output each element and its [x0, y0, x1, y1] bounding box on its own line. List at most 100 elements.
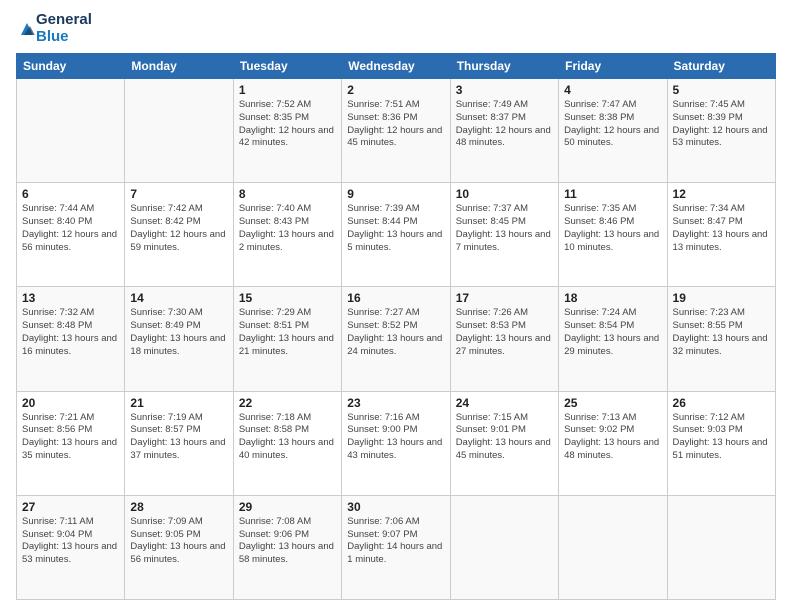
day-number: 30 — [347, 500, 444, 514]
day-info: Sunrise: 7:09 AM Sunset: 9:05 PM Dayligh… — [130, 516, 227, 567]
day-number: 23 — [347, 396, 444, 410]
day-cell: 21 Sunrise: 7:19 AM Sunset: 8:57 PM Dayli… — [125, 391, 233, 495]
day-number: 26 — [673, 396, 770, 410]
logo-blue: Blue — [36, 29, 92, 46]
day-info: Sunrise: 7:13 AM Sunset: 9:02 PM Dayligh… — [564, 412, 661, 463]
day-number: 24 — [456, 396, 553, 410]
day-cell: 17Sunrise: 7:26 AM Sunset: 8:53 PM Dayli… — [450, 287, 558, 391]
week-row-1: 1 Sunrise: 7:52 AM Sunset: 8:35 PM Daylig… — [17, 79, 776, 183]
day-number: 4 — [564, 83, 661, 97]
day-cell — [559, 495, 667, 599]
day-info: Sunrise: 7:37 AM Sunset: 8:45 PM Dayligh… — [456, 203, 553, 254]
day-cell: 12Sunrise: 7:34 AM Sunset: 8:47 PM Dayli… — [667, 183, 775, 287]
day-info: Sunrise: 7:52 AM Sunset: 8:35 PM Dayligh… — [239, 99, 336, 150]
day-cell: 6 Sunrise: 7:44 AM Sunset: 8:40 PM Daylig… — [17, 183, 125, 287]
logo-icon — [18, 20, 36, 38]
day-number: 5 — [673, 83, 770, 97]
day-info: Sunrise: 7:40 AM Sunset: 8:43 PM Dayligh… — [239, 203, 336, 254]
day-cell: 5 Sunrise: 7:45 AM Sunset: 8:39 PM Daylig… — [667, 79, 775, 183]
calendar-table: SundayMondayTuesdayWednesdayThursdayFrid… — [16, 53, 776, 600]
logo: General Blue — [16, 12, 92, 45]
day-cell: 4 Sunrise: 7:47 AM Sunset: 8:38 PM Daylig… — [559, 79, 667, 183]
day-info: Sunrise: 7:24 AM Sunset: 8:54 PM Dayligh… — [564, 307, 661, 358]
day-cell: 16 Sunrise: 7:27 AM Sunset: 8:52 PM Dayli… — [342, 287, 450, 391]
day-cell: 19 Sunrise: 7:23 AM Sunset: 8:55 PM Dayli… — [667, 287, 775, 391]
day-number: 19 — [673, 291, 770, 305]
day-info: Sunrise: 7:18 AM Sunset: 8:58 PM Dayligh… — [239, 412, 336, 463]
day-info: Sunrise: 7:21 AM Sunset: 8:56 PM Dayligh… — [22, 412, 119, 463]
logo-general: General — [36, 12, 92, 29]
day-number: 14 — [130, 291, 227, 305]
day-info: Sunrise: 7:35 AM Sunset: 8:46 PM Dayligh… — [564, 203, 661, 254]
day-number: 22 — [239, 396, 336, 410]
day-number: 21 — [130, 396, 227, 410]
day-cell: 9 Sunrise: 7:39 AM Sunset: 8:44 PM Daylig… — [342, 183, 450, 287]
col-header-saturday: Saturday — [667, 54, 775, 79]
day-number: 11 — [564, 187, 661, 201]
day-cell: 15 Sunrise: 7:29 AM Sunset: 8:51 PM Dayli… — [233, 287, 341, 391]
day-number: 3 — [456, 83, 553, 97]
day-info: Sunrise: 7:30 AM Sunset: 8:49 PM Dayligh… — [130, 307, 227, 358]
day-info: Sunrise: 7:42 AM Sunset: 8:42 PM Dayligh… — [130, 203, 227, 254]
col-header-thursday: Thursday — [450, 54, 558, 79]
day-number: 15 — [239, 291, 336, 305]
day-cell: 26Sunrise: 7:12 AM Sunset: 9:03 PM Dayli… — [667, 391, 775, 495]
day-number: 10 — [456, 187, 553, 201]
header-row: SundayMondayTuesdayWednesdayThursdayFrid… — [17, 54, 776, 79]
day-cell — [125, 79, 233, 183]
col-header-friday: Friday — [559, 54, 667, 79]
col-header-sunday: Sunday — [17, 54, 125, 79]
day-cell: 10 Sunrise: 7:37 AM Sunset: 8:45 PM Dayli… — [450, 183, 558, 287]
day-cell: 30 Sunrise: 7:06 AM Sunset: 9:07 PM Dayli… — [342, 495, 450, 599]
week-row-5: 27 Sunrise: 7:11 AM Sunset: 9:04 PM Dayli… — [17, 495, 776, 599]
day-info: Sunrise: 7:49 AM Sunset: 8:37 PM Dayligh… — [456, 99, 553, 150]
day-info: Sunrise: 7:39 AM Sunset: 8:44 PM Dayligh… — [347, 203, 444, 254]
day-info: Sunrise: 7:06 AM Sunset: 9:07 PM Dayligh… — [347, 516, 444, 567]
day-cell: 28Sunrise: 7:09 AM Sunset: 9:05 PM Dayli… — [125, 495, 233, 599]
day-info: Sunrise: 7:29 AM Sunset: 8:51 PM Dayligh… — [239, 307, 336, 358]
week-row-3: 13Sunrise: 7:32 AM Sunset: 8:48 PM Dayli… — [17, 287, 776, 391]
day-info: Sunrise: 7:47 AM Sunset: 8:38 PM Dayligh… — [564, 99, 661, 150]
day-info: Sunrise: 7:44 AM Sunset: 8:40 PM Dayligh… — [22, 203, 119, 254]
day-number: 29 — [239, 500, 336, 514]
col-header-wednesday: Wednesday — [342, 54, 450, 79]
day-info: Sunrise: 7:26 AM Sunset: 8:53 PM Dayligh… — [456, 307, 553, 358]
day-cell: 3 Sunrise: 7:49 AM Sunset: 8:37 PM Daylig… — [450, 79, 558, 183]
day-cell: 1 Sunrise: 7:52 AM Sunset: 8:35 PM Daylig… — [233, 79, 341, 183]
day-cell: 25Sunrise: 7:13 AM Sunset: 9:02 PM Dayli… — [559, 391, 667, 495]
day-number: 20 — [22, 396, 119, 410]
day-cell: 11 Sunrise: 7:35 AM Sunset: 8:46 PM Dayli… — [559, 183, 667, 287]
day-cell — [667, 495, 775, 599]
col-header-monday: Monday — [125, 54, 233, 79]
day-cell: 23Sunrise: 7:16 AM Sunset: 9:00 PM Dayli… — [342, 391, 450, 495]
day-number: 9 — [347, 187, 444, 201]
week-row-4: 20 Sunrise: 7:21 AM Sunset: 8:56 PM Dayli… — [17, 391, 776, 495]
day-number: 8 — [239, 187, 336, 201]
day-info: Sunrise: 7:11 AM Sunset: 9:04 PM Dayligh… — [22, 516, 119, 567]
day-number: 7 — [130, 187, 227, 201]
day-number: 6 — [22, 187, 119, 201]
day-cell: 24 Sunrise: 7:15 AM Sunset: 9:01 PM Dayli… — [450, 391, 558, 495]
day-number: 18 — [564, 291, 661, 305]
day-cell: 14 Sunrise: 7:30 AM Sunset: 8:49 PM Dayli… — [125, 287, 233, 391]
day-info: Sunrise: 7:19 AM Sunset: 8:57 PM Dayligh… — [130, 412, 227, 463]
day-cell: 7 Sunrise: 7:42 AM Sunset: 8:42 PM Daylig… — [125, 183, 233, 287]
day-cell: 8 Sunrise: 7:40 AM Sunset: 8:43 PM Daylig… — [233, 183, 341, 287]
day-info: Sunrise: 7:45 AM Sunset: 8:39 PM Dayligh… — [673, 99, 770, 150]
day-info: Sunrise: 7:27 AM Sunset: 8:52 PM Dayligh… — [347, 307, 444, 358]
day-info: Sunrise: 7:34 AM Sunset: 8:47 PM Dayligh… — [673, 203, 770, 254]
day-info: Sunrise: 7:23 AM Sunset: 8:55 PM Dayligh… — [673, 307, 770, 358]
day-number: 1 — [239, 83, 336, 97]
day-cell: 27 Sunrise: 7:11 AM Sunset: 9:04 PM Dayli… — [17, 495, 125, 599]
day-cell: 13Sunrise: 7:32 AM Sunset: 8:48 PM Dayli… — [17, 287, 125, 391]
day-cell: 22 Sunrise: 7:18 AM Sunset: 8:58 PM Dayli… — [233, 391, 341, 495]
day-cell: 20 Sunrise: 7:21 AM Sunset: 8:56 PM Dayli… — [17, 391, 125, 495]
day-number: 16 — [347, 291, 444, 305]
day-info: Sunrise: 7:15 AM Sunset: 9:01 PM Dayligh… — [456, 412, 553, 463]
col-header-tuesday: Tuesday — [233, 54, 341, 79]
day-number: 2 — [347, 83, 444, 97]
day-info: Sunrise: 7:51 AM Sunset: 8:36 PM Dayligh… — [347, 99, 444, 150]
day-info: Sunrise: 7:08 AM Sunset: 9:06 PM Dayligh… — [239, 516, 336, 567]
page: General Blue SundayMondayTuesdayWednesda… — [0, 0, 792, 612]
day-number: 27 — [22, 500, 119, 514]
